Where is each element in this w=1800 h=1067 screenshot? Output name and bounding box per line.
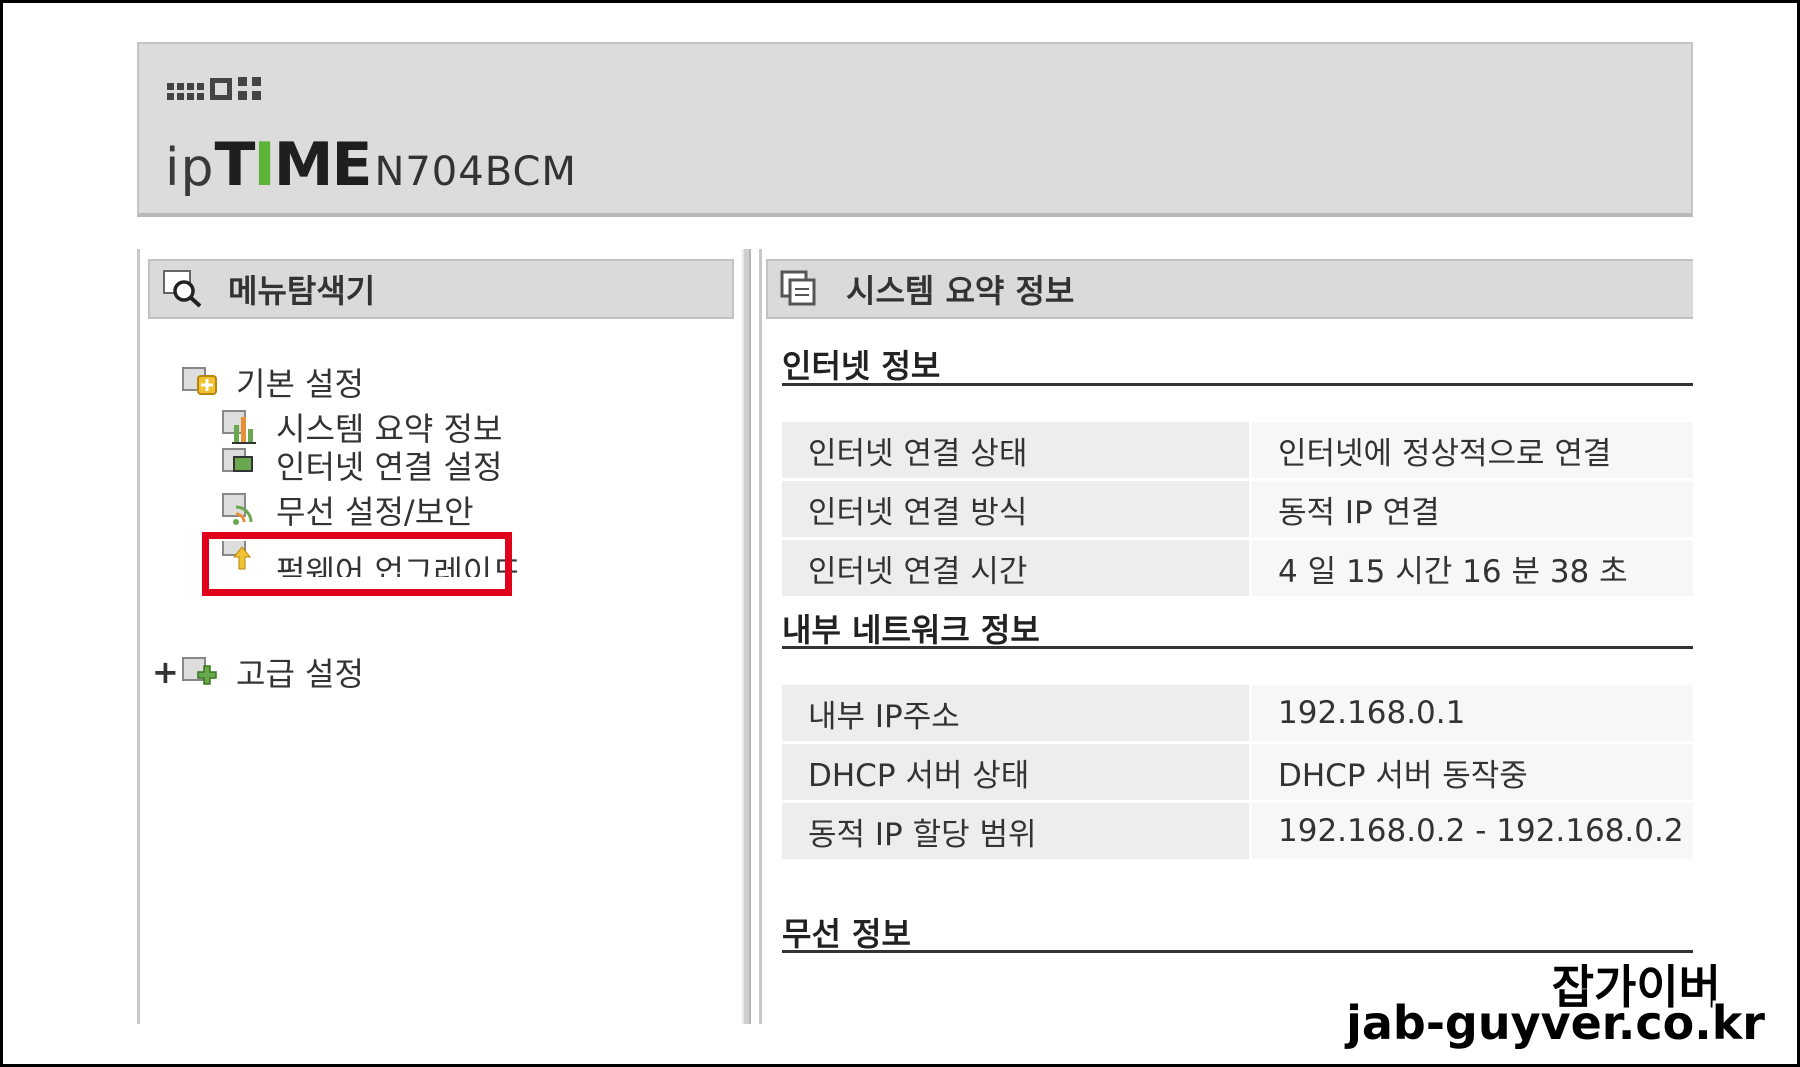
panel-splitter[interactable] xyxy=(742,249,751,1024)
expand-toggle[interactable]: + xyxy=(152,653,182,691)
row-value: 4 일 15 시간 16 분 38 초 xyxy=(1252,540,1693,596)
section-divider xyxy=(782,383,1693,386)
router-admin-screen: ip TIME N704BCM 메뉴탐색기 기본 설정 시스템 요약 정보 인터… xyxy=(137,42,1693,1024)
table-row: 인터넷 연결 시간 4 일 15 시간 16 분 38 초 xyxy=(782,540,1693,599)
folder-settings-icon xyxy=(182,362,224,402)
system-summary-header: 시스템 요약 정보 xyxy=(766,259,1693,319)
highlight-box xyxy=(202,532,512,596)
folder-plus-icon xyxy=(182,652,224,692)
magnifier-icon xyxy=(163,270,202,308)
row-label: 내부 IP주소 xyxy=(782,685,1252,741)
bar-chart-icon xyxy=(222,407,264,447)
tree-item-system-summary[interactable]: 시스템 요약 정보 xyxy=(222,404,502,450)
table-row: 인터넷 연결 상태 인터넷에 정상적으로 연결 xyxy=(782,422,1693,481)
brand-logo: ip TIME N704BCM xyxy=(165,130,577,200)
row-label: 인터넷 연결 방식 xyxy=(782,481,1252,537)
table-row: DHCP 서버 상태 DHCP 서버 동작중 xyxy=(782,744,1693,803)
table-row: 내부 IP주소 192.168.0.1 xyxy=(782,685,1693,744)
system-summary-title: 시스템 요약 정보 xyxy=(846,272,1075,310)
row-value: 192.168.0.1 xyxy=(1252,685,1693,741)
menu-explorer-title: 메뉴탐색기 xyxy=(228,272,376,310)
row-value: 동적 IP 연결 xyxy=(1252,481,1693,537)
header-bar: ip TIME N704BCM xyxy=(137,42,1693,217)
tree-basic-label: 기본 설정 xyxy=(236,365,364,403)
menu-explorer-panel: 메뉴탐색기 기본 설정 시스템 요약 정보 인터넷 연결 설정 무선 설정/보안… xyxy=(137,249,737,1024)
internal-network-heading: 내부 네트워크 정보 xyxy=(782,611,1040,649)
wifi-signal-icon xyxy=(222,490,264,530)
internal-network-table: 내부 IP주소 192.168.0.1 DHCP 서버 상태 DHCP 서버 동… xyxy=(782,685,1693,862)
tree-advanced-label: 고급 설정 xyxy=(236,655,364,693)
internet-info-table: 인터넷 연결 상태 인터넷에 정상적으로 연결 인터넷 연결 방식 동적 IP … xyxy=(782,422,1693,599)
row-value: 192.168.0.2 - 192.168.0.2 xyxy=(1252,803,1693,859)
menu-explorer-header: 메뉴탐색기 xyxy=(148,259,734,319)
iptime-dot-logo-icon xyxy=(167,77,261,100)
tree-item-wireless-security[interactable]: 무선 설정/보안 xyxy=(222,487,474,533)
table-row: 동적 IP 할당 범위 192.168.0.2 - 192.168.0.2 xyxy=(782,803,1693,862)
section-divider xyxy=(782,646,1693,649)
tree-item-label: 무선 설정/보안 xyxy=(276,493,474,531)
model-name: N704BCM xyxy=(374,149,577,195)
row-label: DHCP 서버 상태 xyxy=(782,744,1252,800)
tree-item-label: 시스템 요약 정보 xyxy=(276,410,503,448)
wireless-info-heading: 무선 정보 xyxy=(782,915,911,953)
tree-item-label: 인터넷 연결 설정 xyxy=(276,448,503,483)
window-icon xyxy=(780,270,816,306)
tree-item-internet-setup[interactable]: 인터넷 연결 설정 xyxy=(222,447,502,483)
row-value: DHCP 서버 동작중 xyxy=(1252,744,1693,800)
row-label: 동적 IP 할당 범위 xyxy=(782,803,1252,859)
image-frame: ip TIME N704BCM 메뉴탐색기 기본 설정 시스템 요약 정보 인터… xyxy=(0,0,1800,1067)
logo-ip: ip xyxy=(165,138,215,198)
tree-advanced-settings[interactable]: + 고급 설정 xyxy=(152,649,364,695)
system-summary-panel: 시스템 요약 정보 인터넷 정보 인터넷 연결 상태 인터넷에 정상적으로 연결… xyxy=(759,249,1693,1024)
internet-info-heading: 인터넷 정보 xyxy=(782,347,941,385)
row-label: 인터넷 연결 시간 xyxy=(782,540,1252,596)
watermark-url: jab-guyver.co.kr xyxy=(1346,996,1765,1050)
table-row: 인터넷 연결 방식 동적 IP 연결 xyxy=(782,481,1693,540)
tree-basic-settings[interactable]: 기본 설정 xyxy=(182,359,364,405)
row-value: 인터넷에 정상적으로 연결 xyxy=(1252,422,1693,478)
monitor-icon xyxy=(222,447,264,483)
row-label: 인터넷 연결 상태 xyxy=(782,422,1252,478)
logo-time: TIME xyxy=(214,130,372,200)
